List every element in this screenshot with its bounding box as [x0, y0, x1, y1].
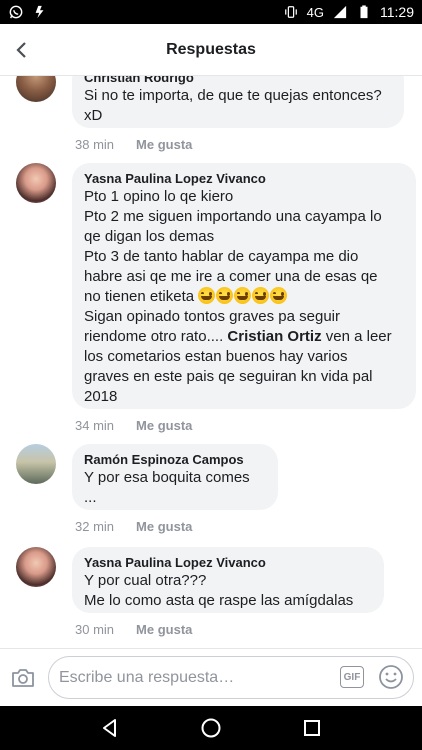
comment-bubble[interactable]: Yasna Paulina Lopez Vivanco Y por cual o…: [72, 547, 384, 613]
comment-bubble[interactable]: Ramón Espinoza Campos Y por esa boquita …: [72, 444, 278, 510]
page-title: Respuestas: [166, 40, 256, 58]
grinning-sweat-emoji: [198, 287, 216, 304]
comment-author[interactable]: Yasna Paulina Lopez Vivanco: [84, 554, 372, 571]
comment-item: Yasna Paulina Lopez Vivanco Pto 1 opino …: [16, 163, 416, 433]
like-button[interactable]: Me gusta: [136, 418, 192, 433]
comment-line: riendome otro rato....: [84, 328, 224, 345]
comment-meta: 34 min Me gusta: [75, 418, 192, 433]
comment-item: Christian Rodrigo Si no te importa, de q…: [16, 76, 412, 152]
comment-meta: 32 min Me gusta: [75, 519, 192, 534]
whatsapp-icon: [9, 5, 23, 19]
flash-icon: [35, 5, 44, 19]
avatar[interactable]: [16, 547, 56, 587]
comment-author[interactable]: Christian Rodrigo: [84, 76, 392, 86]
navigation-bar: [0, 706, 422, 750]
comment-line: Pto 3 de tanto hablar de cayampa me dio: [84, 248, 359, 265]
vibrate-icon: [284, 6, 297, 18]
comment-time: 30 min: [75, 622, 115, 637]
network-type: 4G: [306, 4, 324, 20]
grinning-sweat-emoji: [252, 287, 270, 304]
comment-line: Pto 2 me siguen importando una cayampa l…: [84, 208, 382, 225]
grinning-sweat-emoji: [216, 287, 234, 304]
reply-bar: GIF: [0, 648, 422, 706]
comments-list[interactable]: Christian Rodrigo Si no te importa, de q…: [0, 76, 422, 648]
comment-bubble[interactable]: Christian Rodrigo Si no te importa, de q…: [72, 76, 404, 128]
nav-recents-button[interactable]: [297, 713, 327, 743]
laughing-emoji-row: [198, 287, 288, 305]
avatar[interactable]: [16, 444, 56, 484]
comment-author[interactable]: Yasna Paulina Lopez Vivanco: [84, 170, 404, 187]
nav-home-button[interactable]: [196, 713, 226, 743]
gif-button[interactable]: GIF: [340, 666, 364, 688]
comment-line: Y por esa boquita comes: [84, 469, 250, 486]
grinning-sweat-emoji: [270, 287, 288, 304]
comment-item: Yasna Paulina Lopez Vivanco Y por cual o…: [16, 547, 412, 647]
comment-line: no tienen etiketa: [84, 288, 195, 305]
comment-line-with-emoji: no tienen etiketa: [84, 287, 404, 307]
back-arrow-icon: [16, 41, 26, 58]
comment-line: Pto 1 opino lo qe kiero: [84, 188, 234, 205]
comment-line: 2018: [84, 388, 118, 405]
battery-icon: [360, 5, 368, 19]
comment-meta: 30 min Me gusta: [75, 622, 192, 637]
comment-line: Sigan opinado tontos graves pa seguir: [84, 308, 341, 325]
camera-button[interactable]: [0, 649, 46, 707]
comment-line: Me lo como asta qe raspe las amígdalas: [84, 592, 354, 609]
comment-line: graves en este pais qe seguiran kn vida …: [84, 368, 373, 385]
comment-meta: 38 min Me gusta: [75, 137, 192, 152]
mention-link[interactable]: Cristian Ortiz: [227, 328, 321, 345]
clock: 11:29: [380, 4, 414, 20]
recents-square-icon: [303, 720, 320, 736]
like-button[interactable]: Me gusta: [136, 519, 192, 534]
comment-line: ...: [84, 489, 97, 506]
comment-time: 38 min: [75, 137, 115, 152]
nav-back-button[interactable]: [95, 713, 125, 743]
back-triangle-icon: [103, 719, 117, 737]
home-circle-icon: [201, 718, 221, 738]
comment-author[interactable]: Ramón Espinoza Campos: [84, 451, 266, 468]
comment-line: ven a leer: [325, 328, 392, 345]
camera-icon: [12, 668, 34, 687]
comment-line: xD: [84, 107, 103, 124]
comment-time: 32 min: [75, 519, 115, 534]
avatar[interactable]: [16, 163, 56, 203]
like-button[interactable]: Me gusta: [136, 137, 192, 152]
comment-line: Y por cual otra???: [84, 572, 207, 589]
comment-item: Ramón Espinoza Campos Y por esa boquita …: [16, 444, 412, 544]
signal-icon: [333, 5, 347, 19]
comment-line: Si no te importa, de que te quejas enton…: [84, 87, 382, 104]
comment-line-with-mention: riendome otro rato.... Cristian Ortiz ve…: [84, 327, 404, 347]
back-button[interactable]: [0, 24, 44, 76]
status-bar: 4G 11:29: [0, 0, 422, 24]
comment-line: los cometarios estan buenos hay varios: [84, 348, 348, 365]
like-button[interactable]: Me gusta: [136, 622, 192, 637]
comment-bubble[interactable]: Yasna Paulina Lopez Vivanco Pto 1 opino …: [72, 163, 416, 409]
comment-line: habre asi qe me ire a comer una de esas …: [84, 268, 378, 285]
grinning-sweat-emoji: [234, 287, 252, 304]
avatar[interactable]: [16, 76, 56, 102]
comment-line: qe digan los demas: [84, 228, 215, 245]
comment-time: 34 min: [75, 418, 115, 433]
smiley-icon[interactable]: [378, 664, 404, 690]
header: Respuestas: [0, 24, 422, 76]
